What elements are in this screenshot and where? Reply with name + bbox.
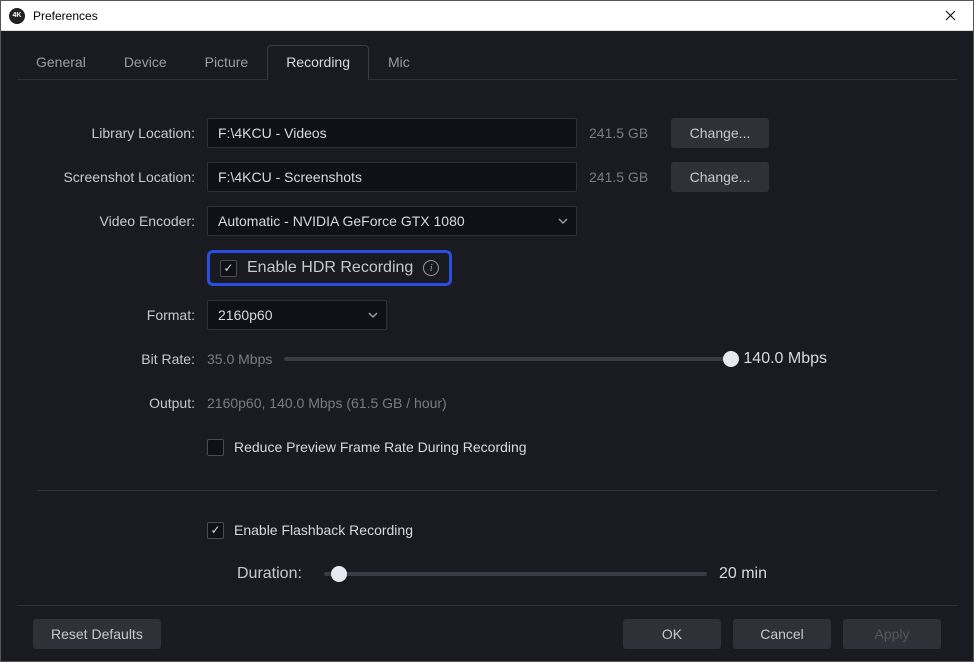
reduce-preview-row: Reduce Preview Frame Rate During Recordi… <box>27 432 947 462</box>
library-location-input[interactable] <box>207 118 577 148</box>
duration-slider-thumb[interactable] <box>331 566 347 582</box>
bitrate-label: Bit Rate: <box>27 351 207 367</box>
window-title: Preferences <box>33 9 935 23</box>
ok-button[interactable]: OK <box>623 619 721 649</box>
format-select[interactable]: 2160p60 <box>207 300 387 330</box>
tab-recording[interactable]: Recording <box>267 45 369 80</box>
reduce-preview-label: Reduce Preview Frame Rate During Recordi… <box>234 439 527 455</box>
duration-value: 20 min <box>719 565 767 583</box>
chevron-down-icon <box>558 213 568 229</box>
bitrate-slider-thumb[interactable] <box>723 351 739 367</box>
duration-slider[interactable] <box>324 572 707 576</box>
library-location-row: Library Location: 241.5 GB Change... <box>27 118 947 148</box>
apply-button[interactable]: Apply <box>843 619 941 649</box>
reduce-preview-checkbox[interactable] <box>207 439 224 456</box>
screenshot-location-input[interactable] <box>207 162 577 192</box>
bitrate-slider[interactable] <box>284 357 731 361</box>
format-row: Format: 2160p60 <box>27 300 947 330</box>
titlebar: 4K Preferences <box>1 1 973 31</box>
app-icon: 4K <box>9 8 25 24</box>
library-location-label: Library Location: <box>27 125 207 141</box>
content-area: General Device Picture Recording Mic Lib… <box>1 31 973 661</box>
video-encoder-select[interactable]: Automatic - NVIDIA GeForce GTX 1080 <box>207 206 577 236</box>
output-summary: 2160p60, 140.0 Mbps (61.5 GB / hour) <box>207 395 447 411</box>
reset-defaults-button[interactable]: Reset Defaults <box>33 619 161 649</box>
video-encoder-value: Automatic - NVIDIA GeForce GTX 1080 <box>218 213 465 229</box>
duration-row: Duration: 20 min <box>27 559 947 589</box>
section-divider <box>37 490 937 491</box>
recording-panel: Library Location: 241.5 GB Change... Scr… <box>17 80 957 605</box>
close-button[interactable] <box>935 1 965 31</box>
library-change-button[interactable]: Change... <box>671 118 769 148</box>
bitrate-max: 140.0 Mbps <box>743 350 827 368</box>
video-encoder-row: Video Encoder: Automatic - NVIDIA GeForc… <box>27 206 947 236</box>
tab-general[interactable]: General <box>17 45 105 80</box>
info-icon[interactable]: i <box>423 260 439 276</box>
close-icon <box>945 10 956 21</box>
tab-bar: General Device Picture Recording Mic <box>17 45 957 80</box>
output-row: Output: 2160p60, 140.0 Mbps (61.5 GB / h… <box>27 388 947 418</box>
bitrate-min: 35.0 Mbps <box>207 351 272 367</box>
footer: Reset Defaults OK Cancel Apply <box>17 605 957 661</box>
output-label: Output: <box>27 395 207 411</box>
bitrate-row: Bit Rate: 35.0 Mbps 140.0 Mbps <box>27 344 947 374</box>
hdr-highlight-box: Enable HDR Recording i <box>207 250 452 286</box>
screenshot-change-button[interactable]: Change... <box>671 162 769 192</box>
duration-label: Duration: <box>237 565 302 583</box>
flashback-checkbox[interactable] <box>207 522 224 539</box>
video-encoder-label: Video Encoder: <box>27 213 207 229</box>
screenshot-free-space: 241.5 GB <box>589 169 659 185</box>
hdr-checkbox[interactable] <box>220 260 237 277</box>
screenshot-location-label: Screenshot Location: <box>27 169 207 185</box>
library-free-space: 241.5 GB <box>589 125 659 141</box>
hdr-label: Enable HDR Recording <box>247 259 413 277</box>
flashback-label: Enable Flashback Recording <box>234 522 413 538</box>
format-label: Format: <box>27 307 207 323</box>
chevron-down-icon <box>368 307 378 323</box>
hdr-row: Enable HDR Recording i <box>27 250 947 286</box>
cancel-button[interactable]: Cancel <box>733 619 831 649</box>
flashback-row: Enable Flashback Recording <box>27 515 947 545</box>
tab-mic[interactable]: Mic <box>369 45 429 80</box>
tab-device[interactable]: Device <box>105 45 186 80</box>
format-value: 2160p60 <box>218 307 273 323</box>
tab-picture[interactable]: Picture <box>186 45 268 80</box>
preferences-window: 4K Preferences General Device Picture Re… <box>0 0 974 662</box>
screenshot-location-row: Screenshot Location: 241.5 GB Change... <box>27 162 947 192</box>
